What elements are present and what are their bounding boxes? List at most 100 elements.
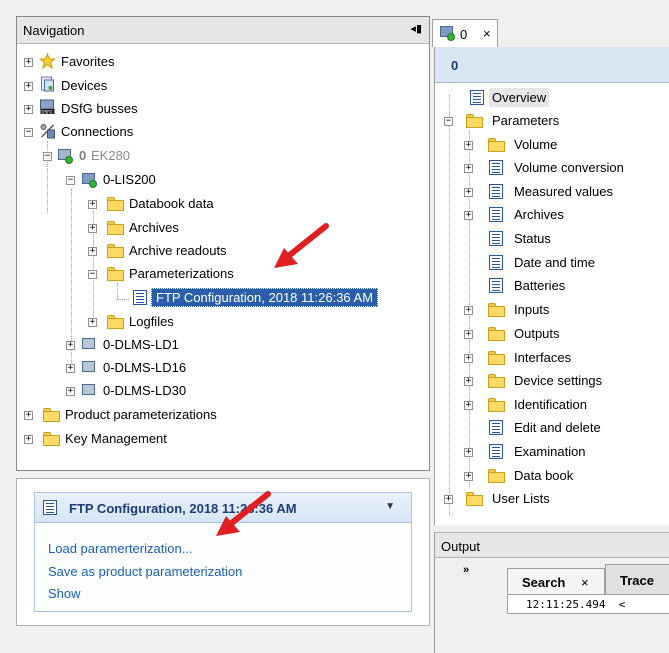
tree-item-measured-values[interactable]: + Measured values [435, 181, 665, 203]
tab-label: 0 [460, 27, 468, 42]
tree-item-label: Identification [514, 397, 587, 412]
expand-icon[interactable]: + [88, 224, 97, 233]
expand-icon[interactable]: + [66, 364, 75, 373]
expand-icon[interactable]: + [464, 141, 473, 150]
tab-device-0[interactable]: 0 × [432, 19, 498, 47]
expand-icon[interactable]: + [88, 247, 97, 256]
tree-item-date-and-time[interactable]: Date and time [435, 252, 665, 274]
list-icon [489, 207, 503, 222]
tree-item-volume-conversion[interactable]: + Volume conversion [435, 157, 665, 179]
tree-item-key-management[interactable]: + Key Management [17, 428, 417, 450]
folder-icon [466, 492, 483, 506]
tree-item-lis200[interactable]: − 0-LIS200 [17, 169, 417, 191]
save-product-parameterization-link[interactable]: Save as product parameterization [48, 564, 242, 579]
tree-item-label: Examination [514, 444, 586, 459]
pin-icon[interactable]: ◂▮ [410, 22, 422, 35]
collapse-icon[interactable]: − [88, 270, 97, 279]
load-parameterization-link[interactable]: Load paramerterization... [48, 541, 193, 556]
tree-item-archive-readouts[interactable]: + Archive readouts [17, 240, 417, 262]
tree-item-parameterizations[interactable]: − Parameterizations [17, 263, 417, 285]
expand-icon[interactable]: + [24, 105, 33, 114]
tree-item-volume[interactable]: + Volume [435, 134, 665, 156]
expand-icon[interactable]: + [24, 411, 33, 420]
navigation-panel: Navigation ◂▮ + Favorites + Devices + DS… [16, 16, 430, 471]
tree-item-overview[interactable]: Overview [435, 87, 665, 109]
list-icon [489, 444, 503, 459]
expand-icon[interactable]: + [66, 387, 75, 396]
collapse-icon[interactable]: − [43, 152, 52, 161]
expand-icon[interactable]: + [88, 318, 97, 327]
expand-icon[interactable]: + [66, 341, 75, 350]
tab-label: Trace [620, 573, 654, 588]
expand-icon[interactable]: + [464, 211, 473, 220]
expand-icon[interactable]: + [464, 448, 473, 457]
tree-item-label: DSfG busses [61, 101, 138, 116]
expand-icon[interactable]: + [24, 82, 33, 91]
tree-item-label: Favorites [61, 54, 115, 69]
tree-item-interfaces[interactable]: + Interfaces [435, 347, 665, 369]
tree-item-dlms-ld16[interactable]: + 0-DLMS-LD16 [17, 357, 417, 379]
folder-icon [107, 315, 124, 329]
star-icon [39, 53, 56, 69]
expand-icon[interactable]: + [464, 330, 473, 339]
collapse-icon[interactable]: − [444, 117, 453, 126]
expand-icon[interactable]: + [24, 435, 33, 444]
output-title: Output [441, 539, 481, 554]
expand-icon[interactable]: + [464, 472, 473, 481]
tree-item-label: 0-DLMS-LD30 [103, 383, 187, 398]
tree-item-label: Product parameterizations [65, 407, 217, 422]
collapse-icon[interactable]: − [24, 128, 33, 137]
more-tabs-icon[interactable]: » [463, 564, 469, 576]
collapse-icon[interactable]: − [66, 176, 75, 185]
tree-item-inputs[interactable]: + Inputs [435, 299, 665, 321]
expand-icon[interactable]: + [464, 401, 473, 410]
tree-item-status[interactable]: Status [435, 228, 665, 250]
tree-item-devices[interactable]: + Devices [17, 75, 417, 97]
tree-item-dsfg-busses[interactable]: + DSFG DSfG busses [17, 98, 417, 120]
tree-item-ek280[interactable]: − 0 EK280 [17, 145, 417, 167]
tree-item-identification[interactable]: + Identification [435, 394, 665, 416]
tree-item-user-lists[interactable]: + User Lists [435, 488, 665, 510]
tree-item-archives[interactable]: + Archives [435, 204, 665, 226]
red-arrow-annotation [274, 223, 329, 268]
expand-icon[interactable]: + [88, 200, 97, 209]
chevron-down-icon[interactable]: ▼ [385, 501, 395, 512]
tree-item-connections[interactable]: − Connections [17, 121, 417, 143]
tree-item-databook-data[interactable]: + Databook data [17, 193, 417, 215]
folder-icon [488, 398, 505, 412]
tree-item-ftp-configuration[interactable]: FTP Configuration, 2018 11:26:36 AM [17, 287, 417, 309]
tree-item-dlms-ld1[interactable]: + 0-DLMS-LD1 [17, 334, 417, 356]
tree-item-edit-and-delete[interactable]: Edit and delete [435, 417, 665, 439]
tree-item-device-settings[interactable]: + Device settings [435, 370, 665, 392]
tree-item-parameters[interactable]: − Parameters [435, 110, 665, 132]
tree-item-label: 0-DLMS-LD1 [103, 337, 179, 352]
expand-icon[interactable]: + [464, 306, 473, 315]
expand-icon[interactable]: + [24, 58, 33, 67]
device-icon [81, 360, 97, 376]
expand-icon[interactable]: + [444, 495, 453, 504]
tree-item-logfiles[interactable]: + Logfiles [17, 311, 417, 333]
tree-item-label: Devices [61, 78, 108, 93]
expand-icon[interactable]: + [464, 164, 473, 173]
tab-search[interactable]: Search × [507, 568, 605, 594]
tree-item-batteries[interactable]: Batteries [435, 275, 665, 297]
tree-item-favorites[interactable]: + Favorites [17, 51, 417, 73]
tree-item-product-parameterizations[interactable]: + Product parameterizations [17, 404, 417, 426]
connections-icon [40, 124, 55, 139]
tree-item-data-book[interactable]: + Data book [435, 465, 665, 487]
tab-trace[interactable]: Trace [605, 564, 669, 594]
expand-icon[interactable]: + [464, 188, 473, 197]
list-icon [489, 231, 503, 246]
parameter-tree-panel: 0 Overview − Parameters + Volume + Volum… [434, 47, 669, 525]
close-icon[interactable]: × [581, 575, 589, 590]
tree-item-label: Batteries [514, 278, 566, 293]
tree-item-dlms-ld30[interactable]: + 0-DLMS-LD30 [17, 380, 417, 402]
tree-item-archives[interactable]: + Archives [17, 217, 417, 239]
tree-item-examination[interactable]: + Examination [435, 441, 665, 463]
tree-item-outputs[interactable]: + Outputs [435, 323, 665, 345]
expand-icon[interactable]: + [464, 377, 473, 386]
show-link[interactable]: Show [48, 586, 81, 601]
expand-icon[interactable]: + [464, 354, 473, 363]
folder-icon [107, 197, 124, 211]
close-icon[interactable]: × [483, 26, 491, 41]
